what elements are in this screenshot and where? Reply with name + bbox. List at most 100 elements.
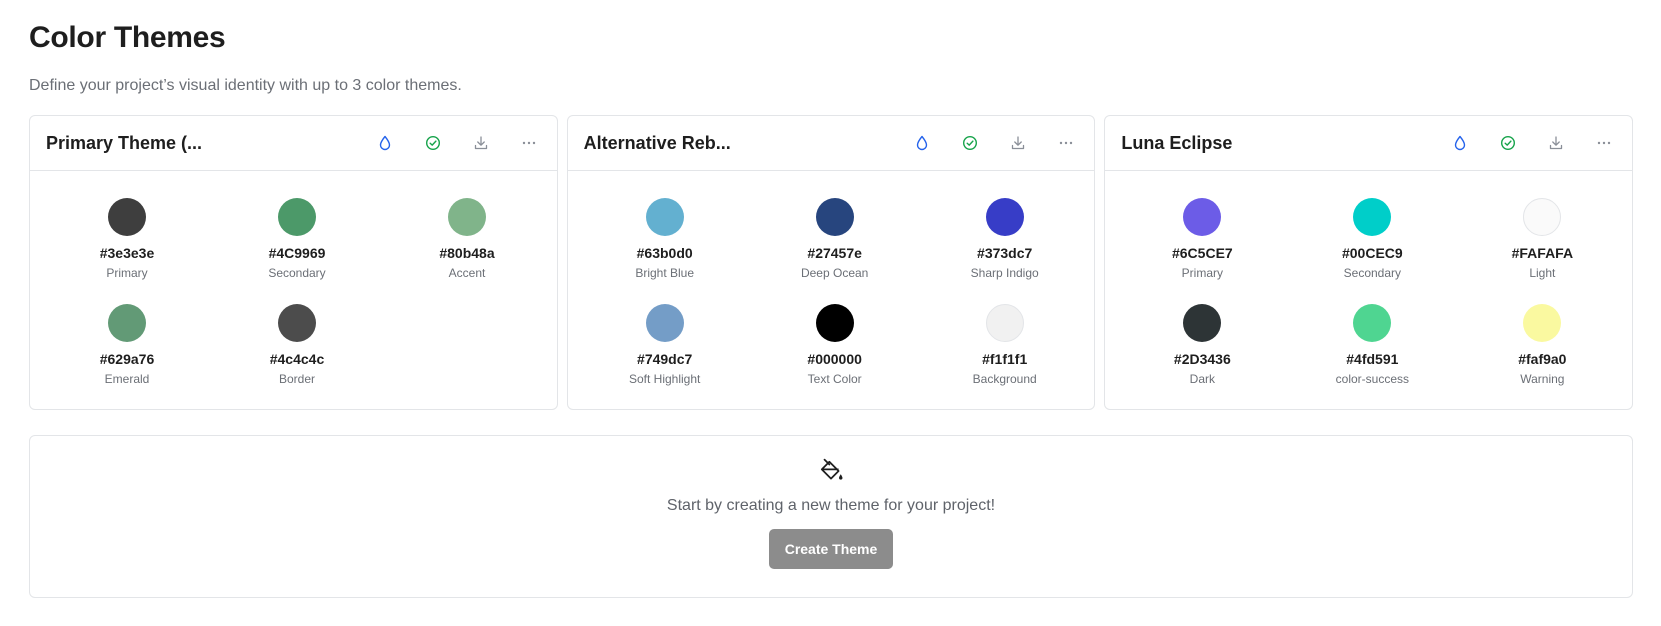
color-swatch[interactable]: #373dc7 Sharp Indigo xyxy=(920,198,1090,280)
color-swatch[interactable]: #f1f1f1 Background xyxy=(920,304,1090,386)
swatch-label: Warning xyxy=(1520,372,1565,386)
swatch-color-dot[interactable] xyxy=(815,304,854,342)
download-button[interactable] xyxy=(469,131,493,155)
theme-card: Luna Eclipse #6C5CE7 Primary #00CEC9 Sec… xyxy=(1104,115,1634,410)
swatch-color-dot[interactable] xyxy=(278,304,316,342)
swatch-label: color-success xyxy=(1335,372,1410,386)
theme-card-header: Luna Eclipse xyxy=(1105,116,1633,171)
swatch-label: Primary xyxy=(106,266,148,280)
color-swatch[interactable]: #4C9969 Secondary xyxy=(212,198,382,280)
swatch-color-dot[interactable] xyxy=(278,198,316,236)
swatch-hex: #373dc7 xyxy=(977,245,1033,261)
download-icon xyxy=(1549,136,1563,150)
color-swatch[interactable]: #27457e Deep Ocean xyxy=(750,198,920,280)
swatch-label: Dark xyxy=(1189,372,1216,386)
swatch-hex: #749dc7 xyxy=(637,351,693,367)
more-options-button[interactable] xyxy=(1592,131,1616,155)
swatch-label: Emerald xyxy=(104,372,150,386)
color-swatch[interactable]: #00CEC9 Secondary xyxy=(1287,198,1457,280)
color-swatch[interactable]: #4c4c4c Border xyxy=(212,304,382,386)
theme-card: Primary Theme (... #3e3e3e Primary #4C99… xyxy=(29,115,558,410)
swatch-label: Primary xyxy=(1181,266,1224,280)
swatch-color-dot[interactable] xyxy=(985,304,1024,342)
swatch-hex: #00CEC9 xyxy=(1341,245,1403,261)
swatch-hex: #FAFAFA xyxy=(1511,245,1574,261)
swatch-hex: #4c4c4c xyxy=(269,351,325,367)
color-drop-button[interactable] xyxy=(373,131,397,155)
swatch-label: Bright Blue xyxy=(635,266,695,280)
check-circle-icon xyxy=(425,135,440,151)
swatch-color-dot[interactable] xyxy=(1523,198,1562,236)
theme-actions xyxy=(349,131,541,155)
more-horizontal-icon xyxy=(1060,141,1073,145)
swatch-color-dot[interactable] xyxy=(1353,198,1392,236)
swatch-color-dot[interactable] xyxy=(1183,198,1222,236)
theme-actions xyxy=(1424,131,1616,155)
more-horizontal-icon xyxy=(522,141,535,145)
more-horizontal-icon xyxy=(1597,141,1611,145)
swatch-label: Sharp Indigo xyxy=(970,266,1039,280)
create-theme-button[interactable]: Create Theme xyxy=(768,529,894,569)
set-active-button[interactable] xyxy=(421,131,445,155)
swatch-hex: #4C9969 xyxy=(268,245,326,261)
more-options-button[interactable] xyxy=(517,131,541,155)
swatch-hex: #f1f1f1 xyxy=(982,351,1028,367)
droplet-icon xyxy=(917,135,928,151)
swatch-label: Light xyxy=(1529,266,1556,280)
color-swatch[interactable]: #6C5CE7 Primary xyxy=(1117,198,1287,280)
color-swatch[interactable]: #80b48a Accent xyxy=(382,198,552,280)
check-circle-icon xyxy=(963,135,978,151)
theme-cards: Primary Theme (... #3e3e3e Primary #4C99… xyxy=(29,115,1634,410)
swatch-label: Accent xyxy=(448,266,486,280)
swatch-color-dot[interactable] xyxy=(108,198,146,236)
color-drop-button[interactable] xyxy=(910,131,934,155)
color-swatch[interactable]: #faf9a0 Warning xyxy=(1457,304,1627,386)
swatch-color-dot[interactable] xyxy=(985,198,1024,236)
swatch-color-dot[interactable] xyxy=(645,304,684,342)
droplet-icon xyxy=(1454,135,1466,151)
swatch-label: Soft Highlight xyxy=(628,372,701,386)
droplet-icon xyxy=(379,135,390,151)
color-swatch[interactable]: #4fd591 color-success xyxy=(1287,304,1457,386)
page-title: Color Themes xyxy=(29,21,226,54)
swatch-label: Text Color xyxy=(807,372,862,386)
theme-card-header: Primary Theme (... xyxy=(30,116,557,171)
download-button[interactable] xyxy=(1544,131,1568,155)
color-swatch[interactable]: #629a76 Emerald xyxy=(42,304,212,386)
swatch-label: Secondary xyxy=(268,266,326,280)
theme-actions xyxy=(886,131,1078,155)
swatch-hex: #629a76 xyxy=(99,351,155,367)
swatch-hex: #63b0d0 xyxy=(636,245,693,261)
download-icon xyxy=(474,136,487,150)
theme-title[interactable]: Primary Theme (... xyxy=(46,133,349,154)
color-swatch[interactable]: #749dc7 Soft Highlight xyxy=(580,304,750,386)
download-button[interactable] xyxy=(1006,131,1030,155)
color-swatch[interactable]: #63b0d0 Bright Blue xyxy=(580,198,750,280)
color-swatch[interactable]: #000000 Text Color xyxy=(750,304,920,386)
download-icon xyxy=(1012,136,1025,150)
swatch-color-dot[interactable] xyxy=(815,198,854,236)
create-theme-panel: Start by creating a new theme for your p… xyxy=(29,435,1633,598)
swatch-grid: #63b0d0 Bright Blue #27457e Deep Ocean #37… xyxy=(568,171,1095,386)
color-themes-page: Color Themes Define your project’s visua… xyxy=(29,18,1634,598)
color-swatch[interactable]: #2D3436 Dark xyxy=(1117,304,1287,386)
swatch-color-dot[interactable] xyxy=(1183,304,1222,342)
color-swatch[interactable]: #FAFAFA Light xyxy=(1457,198,1627,280)
set-active-button[interactable] xyxy=(1496,131,1520,155)
theme-card: Alternative Reb... #63b0d0 Bright Blue #… xyxy=(566,115,1096,410)
swatch-color-dot[interactable] xyxy=(645,198,684,236)
swatch-color-dot[interactable] xyxy=(448,198,486,236)
swatch-color-dot[interactable] xyxy=(1523,304,1562,342)
more-options-button[interactable] xyxy=(1054,131,1078,155)
theme-title[interactable]: Luna Eclipse xyxy=(1121,133,1424,154)
theme-title[interactable]: Alternative Reb... xyxy=(584,133,887,154)
color-drop-button[interactable] xyxy=(1448,131,1472,155)
color-swatch[interactable]: #3e3e3e Primary xyxy=(42,198,212,280)
swatch-color-dot[interactable] xyxy=(108,304,146,342)
swatch-color-dot[interactable] xyxy=(1353,304,1392,342)
swatch-hex: #4fd591 xyxy=(1346,351,1399,367)
set-active-button[interactable] xyxy=(958,131,982,155)
swatch-grid: #6C5CE7 Primary #00CEC9 Secondary #FAFAFA L… xyxy=(1105,171,1632,386)
empty-state-message: Start by creating a new theme for your p… xyxy=(666,497,996,514)
swatch-label: Secondary xyxy=(1343,266,1402,280)
